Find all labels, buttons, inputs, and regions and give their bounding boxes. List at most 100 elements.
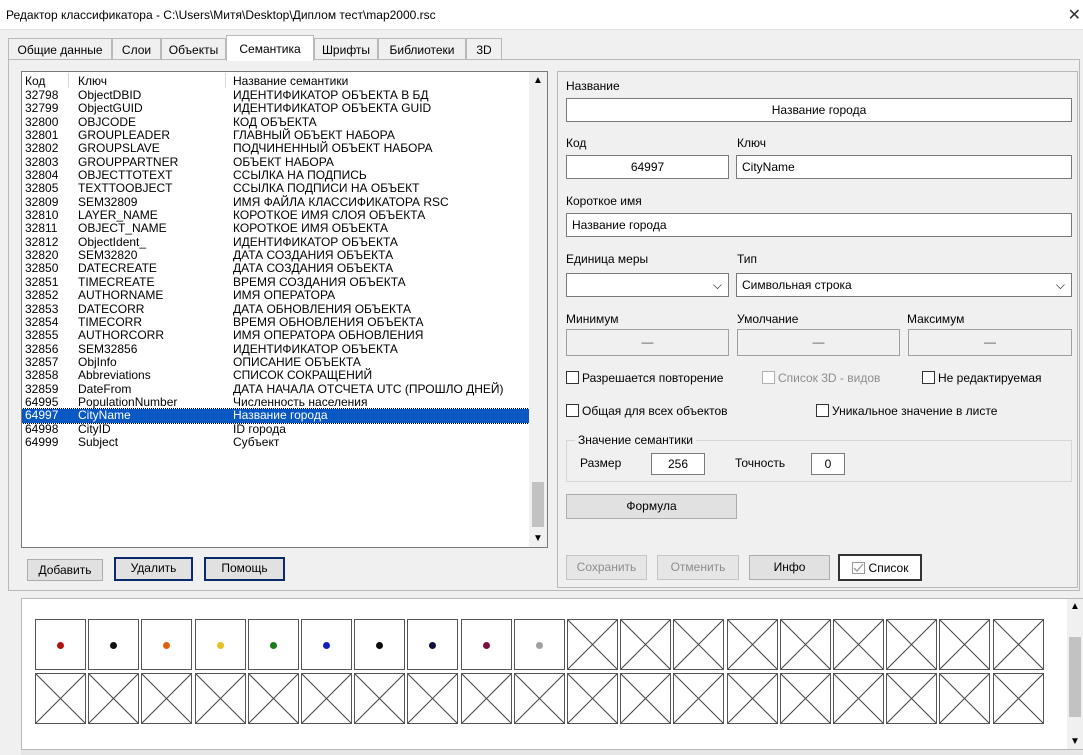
checkbox-box[interactable] [816,404,829,417]
list-row[interactable]: 32809 SEM32809 ИМЯ ФАЙЛА КЛАССИФИКАТОРА RS… [22,195,529,209]
list-row[interactable]: 32798 ObjectDBID ИДЕНТИФИКАТОР ОБЪЕКТА В Б… [22,89,529,102]
palette-empty-cell[interactable] [726,673,778,724]
type-select[interactable]: Символьная строка ⌵ [736,273,1072,297]
tab-layers[interactable]: Слои [112,38,161,60]
list-row[interactable]: 32851 TIMECREATE ВРЕМЯ СОЗДАНИЯ ОБЪЕКТА [22,275,529,289]
save-button[interactable]: Сохранить [566,555,647,580]
palette-empty-cell[interactable] [620,673,672,724]
list-row[interactable]: 64998 CityID ID города [22,422,529,436]
palette-empty-cell[interactable] [833,673,884,724]
list-row[interactable]: 32802 GROUPSLAVE ПОДЧИНЕННЫЙ ОБЪЕКТ НАБОРА [22,142,529,155]
palette-empty-cell[interactable] [513,673,565,724]
checkbox-box[interactable] [762,371,775,384]
list-row[interactable]: 32799 ObjectGUID ИДЕНТИФИКАТОР ОБЪЕКТА GUI… [22,102,529,115]
palette-empty-cell[interactable] [886,673,938,724]
scroll-up-icon[interactable]: ▲ [529,72,547,89]
palette-empty-cell[interactable] [354,673,406,724]
palette-empty-cell[interactable] [301,673,352,724]
repeat-checkbox[interactable]: Разрешается повторение [566,371,723,385]
delete-button[interactable]: Удалить [114,557,193,581]
list-row[interactable]: 64999 Subject Субъект [22,435,529,449]
palette-hscroll[interactable] [21,750,1083,755]
palette-empty-cell[interactable] [886,619,938,670]
list-row[interactable]: 32803 GROUPPARTNER ОБЪЕКТ НАБОРА [22,155,529,169]
list-row[interactable]: 32820 SEM32820 ДАТА СОЗДАНИЯ ОБЪЕКТА [22,249,529,262]
palette-symbol[interactable] [301,619,352,670]
palette-symbol[interactable] [88,619,140,670]
scroll-thumb[interactable] [532,482,544,527]
palette-symbol[interactable] [513,619,565,670]
checkbox-box[interactable] [566,404,579,417]
column-key[interactable]: Ключ [78,74,107,88]
palette-symbol[interactable] [194,619,246,670]
scroll-thumb[interactable] [1069,637,1081,717]
tab-objects[interactable]: Объекты [161,38,226,60]
palette-empty-cell[interactable] [992,673,1044,724]
precision-field[interactable]: 0 [811,453,845,475]
palette-symbol[interactable] [407,619,459,670]
column-name[interactable]: Название семантики [233,74,348,88]
list-row[interactable]: 32853 DATECORR ДАТА ОБНОВЛЕНИЯ ОБЪЕКТА [22,302,529,316]
unit-select[interactable]: ⌵ [566,273,729,297]
list-row[interactable]: 64995 PopulationNumber Численность населен… [22,395,529,409]
palette-empty-cell[interactable] [567,619,618,670]
checkbox-box[interactable] [922,371,935,384]
palette-empty-cell[interactable] [620,619,672,670]
list-row[interactable]: 32812 ObjectIdent_ ИДЕНТИФИКАТОР ОБЪЕКТА [22,235,529,249]
palette-symbol[interactable] [247,619,299,670]
list-row[interactable]: 32810 LAYER_NAME КОРОТКОЕ ИМЯ СЛОЯ ОБЪЕКТА [22,209,529,222]
palette-empty-cell[interactable] [939,619,991,670]
readonly-checkbox[interactable]: Не редактируемая [922,371,1042,385]
list-row[interactable]: 32854 TIMECORR ВРЕМЯ ОБНОВЛЕНИЯ ОБЪЕКТА [22,315,529,329]
palette-symbol[interactable] [354,619,406,670]
palette-empty-cell[interactable] [141,673,193,724]
palette-symbol[interactable] [35,619,86,670]
palette-empty-cell[interactable] [407,673,459,724]
list-row[interactable]: 32850 DATECREATE ДАТА СОЗДАНИЯ ОБЪЕКТА [22,262,529,275]
list-row[interactable]: 32805 TEXTTOOBJECT ССЫЛКА ПОДПИСИ НА ОБЪЕК… [22,182,529,195]
list-row[interactable]: 32859 DateFrom ДАТА НАЧАЛА ОТСЧЕТА UTC (ПР… [22,382,529,396]
palette-empty-cell[interactable] [673,619,725,670]
short-name-field[interactable]: Название города [566,213,1072,237]
column-code[interactable]: Код [25,74,45,88]
list-row[interactable]: 32855 AUTHORCORR ИМЯ ОПЕРАТОРА ОБНОВЛЕНИЯ [22,329,529,342]
size-field[interactable]: 256 [651,453,705,475]
scroll-up-icon[interactable]: ▲ [1067,601,1083,612]
palette-symbol[interactable] [460,619,512,670]
palette-empty-cell[interactable] [88,673,140,724]
list-row[interactable]: 32804 OBJECTTOTEXT ССЫЛКА НА ПОДПИСЬ [22,169,529,182]
unique-checkbox[interactable]: Уникальное значение в листе [816,404,997,418]
palette-empty-cell[interactable] [939,673,991,724]
tab-3d[interactable]: 3D [466,38,502,60]
tab-libraries[interactable]: Библиотеки [378,38,466,60]
palette-empty-cell[interactable] [833,619,884,670]
palette-scrollbar[interactable]: ▲ ▼ [1067,599,1083,749]
palette-empty-cell[interactable] [673,673,725,724]
code-field[interactable]: 64997 [566,155,729,179]
name-field[interactable]: Название города [566,98,1072,122]
default-field[interactable]: — [737,329,900,356]
formula-button[interactable]: Формула [566,494,737,519]
palette-empty-cell[interactable] [567,673,618,724]
list-row[interactable]: 32811 OBJECT_NAME КОРОТКОЕ ИМЯ ОБЪЕКТА [22,222,529,235]
palette-empty-cell[interactable] [779,673,831,724]
palette-empty-cell[interactable] [460,673,512,724]
min-field[interactable]: — [566,329,729,356]
cancel-button[interactable]: Отменить [657,555,739,580]
info-button[interactable]: Инфо [749,555,830,580]
scroll-down-icon[interactable]: ▼ [1067,736,1083,747]
tab-general[interactable]: Общие данные [8,38,112,60]
semantics-list[interactable]: Код Ключ Название семантики 32798 ObjectD… [21,71,548,548]
key-field[interactable]: CityName [736,155,1072,179]
list-button[interactable]: Список [838,554,922,581]
tab-fonts[interactable]: Шрифты [314,38,378,60]
palette-empty-cell[interactable] [992,619,1044,670]
close-icon[interactable]: ✕ [1068,5,1081,25]
checkbox-box[interactable] [566,371,579,384]
scroll-down-icon[interactable]: ▼ [529,530,547,547]
list-scrollbar[interactable]: ▲ ▼ [529,72,547,547]
palette-empty-cell[interactable] [779,619,831,670]
palette-empty-cell[interactable] [726,619,778,670]
list-row[interactable]: 32856 SEM32856 ИДЕНТИФИКАТОР ОБЪЕКТА [22,342,529,356]
tab-semantics[interactable]: Семантика [226,35,314,61]
